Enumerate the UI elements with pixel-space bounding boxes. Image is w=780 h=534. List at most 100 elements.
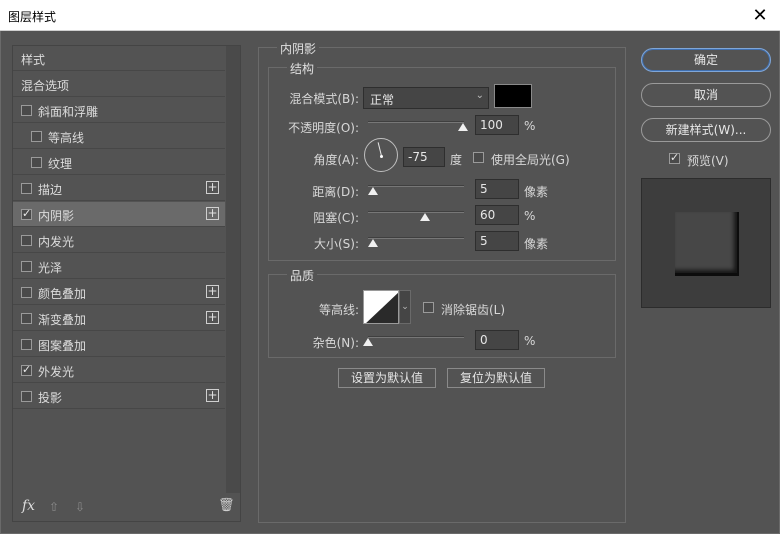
- close-icon[interactable]: ✕: [740, 0, 780, 31]
- style-list-item-label: 样式: [21, 53, 46, 67]
- contour-preview[interactable]: [363, 290, 399, 324]
- noise-unit: %: [524, 334, 536, 348]
- cancel-button[interactable]: 取消: [641, 83, 771, 107]
- preview-label: 预览(V): [687, 154, 729, 168]
- style-list-item-label: 混合选项: [21, 79, 70, 93]
- style-list-item[interactable]: 投影 +: [13, 384, 225, 409]
- noise-slider-thumb[interactable]: [363, 338, 373, 346]
- style-list-item-label: 内阴影: [38, 209, 75, 223]
- style-checkbox[interactable]: [21, 207, 32, 220]
- global-light-label: 使用全局光(G): [491, 153, 570, 167]
- choke-slider[interactable]: [368, 211, 464, 213]
- style-list-item[interactable]: 样式: [13, 46, 225, 71]
- style-list-item[interactable]: 混合选项: [13, 72, 225, 97]
- antialias-label: 消除锯齿(L): [441, 303, 506, 317]
- noise-slider[interactable]: [368, 336, 464, 338]
- global-light-checkbox[interactable]: [473, 152, 484, 163]
- size-slider[interactable]: [368, 237, 464, 239]
- add-effect-icon[interactable]: +: [206, 311, 219, 324]
- style-list-item[interactable]: 颜色叠加 +: [13, 280, 225, 305]
- blend-mode-value: 正常: [370, 93, 395, 107]
- style-checkbox[interactable]: [21, 339, 32, 350]
- style-list-item[interactable]: 描边 +: [13, 176, 225, 201]
- structure-group: 结构 混合模式(B): 正常 ⌄ 不透明度(O): 100 % 角度(A): -…: [268, 60, 616, 261]
- noise-input[interactable]: 0: [475, 330, 519, 350]
- size-input[interactable]: 5: [475, 231, 519, 251]
- distance-unit: 像素: [524, 185, 549, 199]
- style-checkbox[interactable]: [21, 363, 32, 376]
- style-checkbox[interactable]: [21, 391, 32, 402]
- choke-input[interactable]: 60: [475, 205, 519, 225]
- add-effect-icon[interactable]: +: [206, 181, 219, 194]
- layer-style-dialog: 样式混合选项斜面和浮雕等高线纹理描边 + 内阴影 + 内发光光泽颜色叠加 + 渐变叠加 + 图案…: [0, 31, 780, 534]
- add-effect-icon[interactable]: +: [206, 207, 219, 220]
- angle-dial[interactable]: [364, 138, 398, 172]
- move-up-icon[interactable]: ⇧: [49, 500, 59, 514]
- style-list-panel: 样式混合选项斜面和浮雕等高线纹理描边 + 内阴影 + 内发光光泽颜色叠加 + 渐变叠加 + 图案…: [12, 45, 241, 522]
- new-style-button[interactable]: 新建样式(W)...: [641, 118, 771, 142]
- style-checkbox[interactable]: [21, 105, 32, 116]
- style-list-item[interactable]: 内发光: [13, 228, 225, 253]
- choke-label: 阻塞(C):: [313, 211, 359, 225]
- preview-thumbnail: [675, 212, 739, 276]
- size-slider-thumb[interactable]: [368, 239, 378, 247]
- style-list-item[interactable]: 纹理: [13, 150, 225, 175]
- distance-slider-thumb[interactable]: [368, 187, 378, 195]
- choke-slider-thumb[interactable]: [420, 213, 430, 221]
- style-checkbox[interactable]: [31, 131, 42, 142]
- style-list-item[interactable]: 斜面和浮雕: [13, 98, 225, 123]
- opacity-slider-thumb[interactable]: [458, 123, 468, 131]
- preview-checkbox[interactable]: [669, 151, 680, 164]
- style-list-toolbar: fx ⇧ ⇩ 🗑: [13, 493, 240, 521]
- contour-dropdown[interactable]: ⌄: [399, 290, 411, 324]
- style-checkbox[interactable]: [21, 235, 32, 246]
- title-bar: 图层样式 ✕: [0, 0, 780, 31]
- blend-mode-select[interactable]: 正常 ⌄: [363, 87, 489, 109]
- distance-input[interactable]: 5: [475, 179, 519, 199]
- blend-color-swatch[interactable]: [494, 84, 532, 108]
- style-list-item[interactable]: 等高线: [13, 124, 225, 149]
- style-checkbox[interactable]: [21, 313, 32, 324]
- style-list-item[interactable]: 外发光: [13, 358, 225, 383]
- reset-default-button[interactable]: 复位为默认值: [447, 368, 545, 388]
- style-list-item[interactable]: 内阴影 +: [13, 202, 225, 227]
- distance-slider[interactable]: [368, 185, 464, 187]
- add-effect-icon[interactable]: +: [206, 389, 219, 402]
- quality-group: 品质 等高线: ⌄ 消除锯齿(L) 杂色(N): 0 %: [268, 267, 616, 358]
- move-down-icon[interactable]: ⇩: [75, 500, 85, 514]
- set-default-button[interactable]: 设置为默认值: [338, 368, 436, 388]
- ok-button[interactable]: 确定: [641, 48, 771, 72]
- quality-title: 品质: [287, 267, 318, 284]
- angle-unit: 度: [450, 153, 463, 167]
- style-checkbox[interactable]: [21, 183, 32, 194]
- style-list-item-label: 渐变叠加: [38, 313, 87, 327]
- style-list-item-label: 光泽: [38, 261, 63, 275]
- opacity-slider[interactable]: [368, 121, 464, 123]
- antialias-checkbox[interactable]: [423, 302, 434, 313]
- effect-preview: [641, 178, 771, 308]
- style-list-item-label: 内发光: [38, 235, 75, 249]
- structure-title: 结构: [287, 60, 318, 77]
- blend-mode-label: 混合模式(B):: [289, 92, 359, 106]
- fx-menu-button[interactable]: fx: [22, 498, 35, 514]
- add-effect-icon[interactable]: +: [206, 285, 219, 298]
- style-list-item[interactable]: 渐变叠加 +: [13, 306, 225, 331]
- style-list-item-label: 投影: [38, 391, 63, 405]
- style-checkbox[interactable]: [31, 157, 42, 168]
- style-list-item[interactable]: 光泽: [13, 254, 225, 279]
- opacity-input[interactable]: 100: [475, 115, 519, 135]
- opacity-unit: %: [524, 119, 536, 133]
- style-checkbox[interactable]: [21, 287, 32, 298]
- style-list-scrollbar[interactable]: [226, 46, 240, 493]
- style-checkbox[interactable]: [21, 261, 32, 272]
- style-list-item-label: 描边: [38, 183, 63, 197]
- style-list-item-label: 纹理: [48, 157, 73, 171]
- trash-icon[interactable]: 🗑: [218, 498, 235, 513]
- choke-unit: %: [524, 209, 536, 223]
- style-list-item[interactable]: 图案叠加: [13, 332, 225, 357]
- contour-curve-icon: [366, 292, 398, 323]
- chevron-down-icon: ⌄: [475, 90, 484, 101]
- size-unit: 像素: [524, 237, 549, 251]
- noise-label: 杂色(N):: [312, 336, 359, 350]
- angle-input[interactable]: -75: [403, 147, 445, 167]
